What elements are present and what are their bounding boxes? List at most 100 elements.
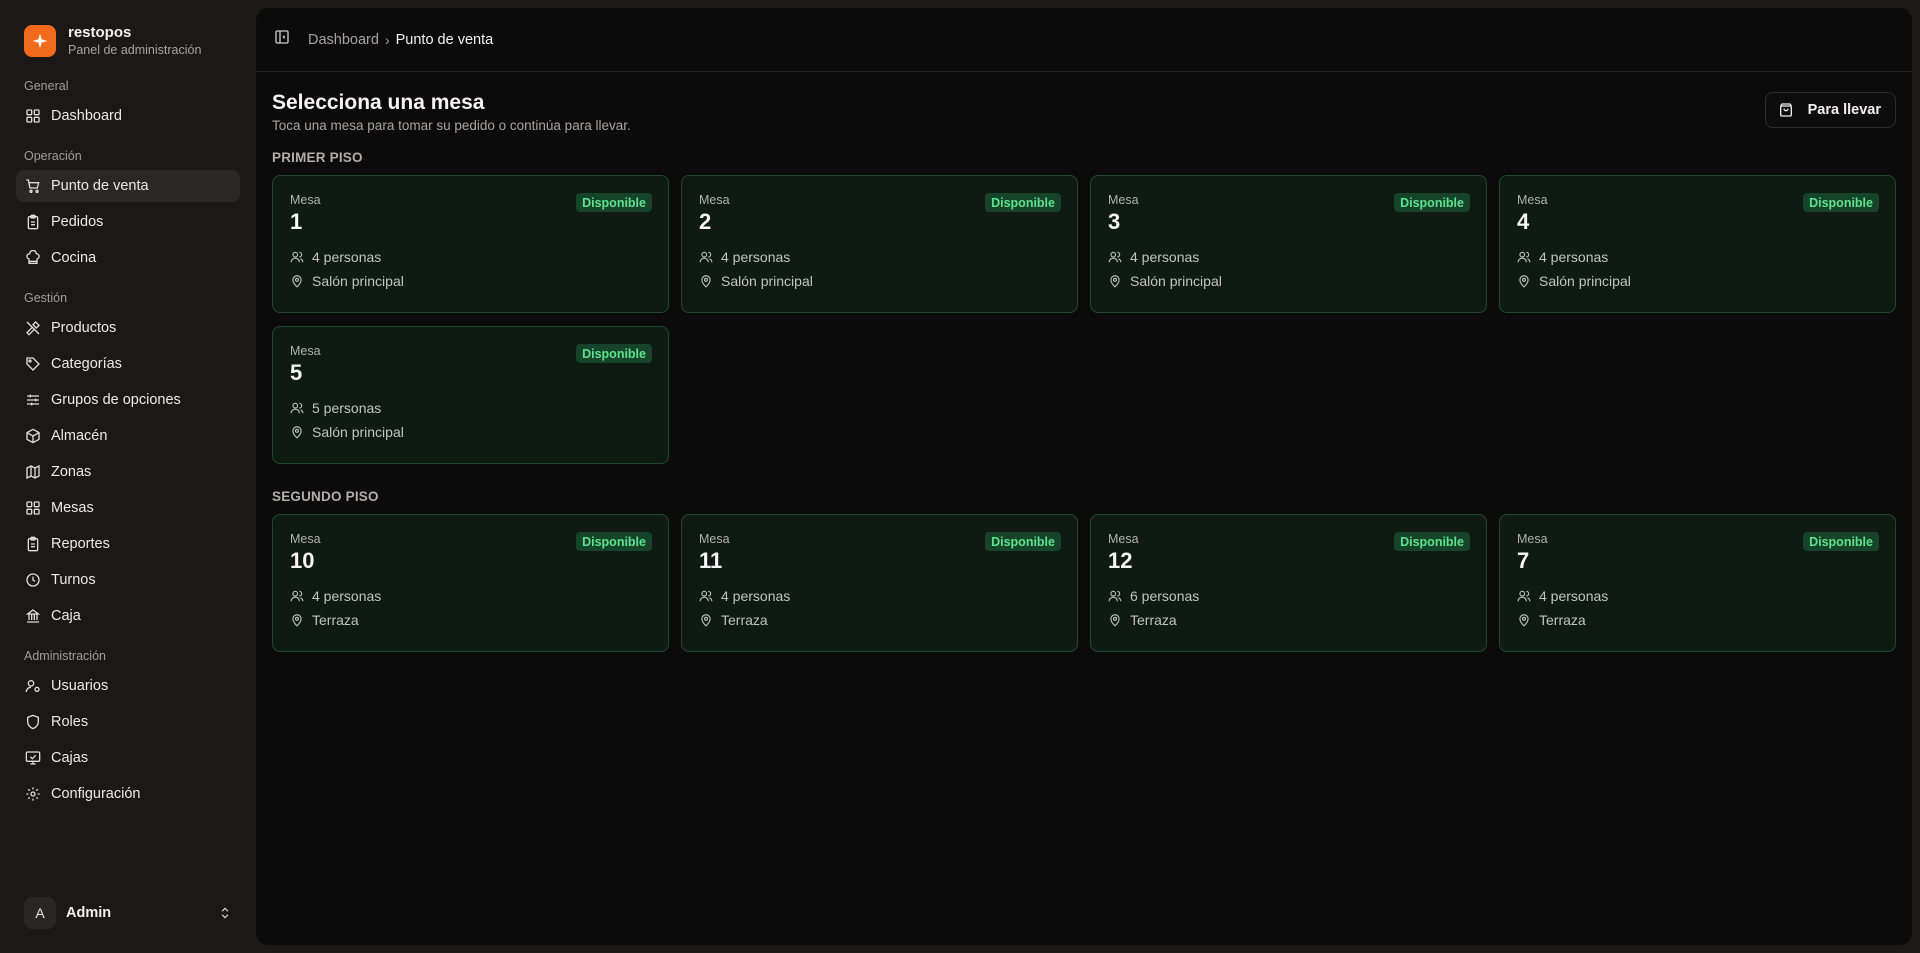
sidebar-item-label: Punto de venta <box>51 178 149 194</box>
users-icon <box>699 590 713 602</box>
sidebar-item-zonas[interactable]: Zonas <box>16 456 240 488</box>
main-panel: Dashboard › Punto de venta Selecciona un… <box>256 8 1912 945</box>
sidebar-item-dashboard[interactable]: Dashboard <box>16 100 240 132</box>
table-card[interactable]: Mesa 2 Disponible 4 personas Salón princ… <box>681 175 1078 313</box>
sidebar-item-label: Categorías <box>51 356 122 372</box>
grid-icon <box>26 109 40 123</box>
breadcrumb-dashboard-link[interactable]: Dashboard <box>308 32 379 48</box>
panel-left-icon <box>275 30 289 44</box>
table-number: 5 <box>290 360 303 385</box>
table-card[interactable]: Mesa 5 Disponible 5 personas Salón princ… <box>272 326 669 464</box>
sidebar-item-productos[interactable]: Productos <box>16 312 240 344</box>
zone-text: Terraza <box>1539 612 1586 628</box>
users-icon <box>290 251 304 263</box>
capacity-row: 4 personas <box>1517 588 1878 604</box>
cart-icon <box>26 179 40 193</box>
content: Selecciona una mesa Toca una mesa para t… <box>272 90 1896 652</box>
table-card[interactable]: Mesa 3 Disponible 4 personas Salón princ… <box>1090 175 1487 313</box>
clipboard-icon <box>27 214 39 230</box>
sidebar-item-categorias[interactable]: Categorías <box>16 348 240 380</box>
user-cog-icon <box>25 680 40 693</box>
table-number: 7 <box>1517 548 1530 573</box>
table-card[interactable]: Mesa 11 Disponible 4 personas Terraza <box>681 514 1078 652</box>
table-card[interactable]: Mesa 4 Disponible 4 personas Salón princ… <box>1499 175 1896 313</box>
table-number: 10 <box>290 548 315 573</box>
table-card[interactable]: Mesa 10 Disponible 4 personas Terraza <box>272 514 669 652</box>
sidebar-item-label: Turnos <box>51 572 96 588</box>
sidebar-item-caja[interactable]: Caja <box>16 600 240 632</box>
table-number: 2 <box>699 209 712 234</box>
user-name: Admin <box>66 905 112 921</box>
sidebar-item-label: Mesas <box>51 500 94 516</box>
table-grid-segundo-piso: Mesa 10 Disponible 4 personas Terraza Me… <box>272 514 1896 652</box>
section-title-primer-piso: PRIMER PISO <box>272 150 363 165</box>
utensils-icon <box>26 321 40 336</box>
sidebar-nav: General Dashboard Operación Punto de ven… <box>16 76 240 814</box>
zone-row: Terraza <box>699 612 1060 628</box>
sidebar-item-roles[interactable]: Roles <box>16 706 240 738</box>
sidebar-item-reportes[interactable]: Reportes <box>16 528 240 560</box>
status-badge: Disponible <box>576 532 652 551</box>
table-card[interactable]: Mesa 12 Disponible 6 personas Terraza <box>1090 514 1487 652</box>
sidebar-item-label: Reportes <box>51 536 110 552</box>
users-icon <box>699 251 713 263</box>
sidebar-item-turnos[interactable]: Turnos <box>16 564 240 596</box>
zone-row: Terraza <box>290 612 651 628</box>
table-card[interactable]: Mesa 1 Disponible 4 personas Salón princ… <box>272 175 669 313</box>
zone-text: Terraza <box>312 612 359 628</box>
sidebar-item-grupos-de-opciones[interactable]: Grupos de opciones <box>16 384 240 416</box>
status-badge: Disponible <box>1394 193 1470 212</box>
capacity-row: 5 personas <box>290 400 651 416</box>
table-number: 4 <box>1517 209 1530 234</box>
sidebar-item-label: Productos <box>51 320 117 336</box>
users-icon <box>290 402 304 414</box>
sidebar-item-label: Grupos de opciones <box>51 392 181 408</box>
zone-text: Terraza <box>721 612 768 628</box>
zone-row: Terraza <box>1108 612 1469 628</box>
takeaway-button[interactable]: Para llevar <box>1764 92 1896 128</box>
sidebar-toggle-button[interactable] <box>274 29 290 50</box>
capacity-row: 4 personas <box>290 249 651 265</box>
takeaway-label: Para llevar <box>1807 102 1881 118</box>
brand-subtitle: Panel de administración <box>68 43 202 57</box>
capacity-text: 4 personas <box>1539 249 1609 265</box>
sidebar-item-label: Pedidos <box>51 214 104 230</box>
users-icon <box>1517 590 1531 602</box>
capacity-text: 4 personas <box>1539 588 1609 604</box>
map-pin-icon <box>701 614 711 627</box>
grid-icon <box>26 501 40 515</box>
chevrons-up-down-icon <box>221 907 229 919</box>
breadcrumb: Dashboard › Punto de venta <box>300 32 493 48</box>
sidebar-item-configuracion[interactable]: Configuración <box>16 778 240 810</box>
brand[interactable]: restopos Panel de administración <box>24 24 201 58</box>
sidebar-item-mesas[interactable]: Mesas <box>16 492 240 524</box>
zone-text: Salón principal <box>312 273 404 289</box>
sidebar-item-almacen[interactable]: Almacén <box>16 420 240 452</box>
capacity-row: 4 personas <box>1108 249 1469 265</box>
status-badge: Disponible <box>576 193 652 212</box>
breadcrumb-current: Punto de venta <box>395 31 494 48</box>
map-pin-icon <box>701 275 711 288</box>
table-card[interactable]: Mesa 7 Disponible 4 personas Terraza <box>1499 514 1896 652</box>
zone-text: Salón principal <box>1539 273 1631 289</box>
sidebar-item-punto-de-venta[interactable]: Punto de venta <box>16 170 240 202</box>
table-number: 11 <box>699 548 723 573</box>
nav-group-gestion: Gestión <box>24 291 68 305</box>
sidebar-item-label: Configuración <box>51 786 141 802</box>
section-title-segundo-piso: SEGUNDO PISO <box>272 489 379 504</box>
sidebar-item-cocina[interactable]: Cocina <box>16 242 240 274</box>
sidebar-item-pedidos[interactable]: Pedidos <box>16 206 240 238</box>
capacity-text: 4 personas <box>312 588 382 604</box>
sidebar-item-usuarios[interactable]: Usuarios <box>16 670 240 702</box>
user-menu[interactable]: A Admin <box>24 897 232 929</box>
status-badge: Disponible <box>985 193 1061 212</box>
sidebar-item-cajas[interactable]: Cajas <box>16 742 240 774</box>
sidebar-item-label: Usuarios <box>51 678 109 694</box>
sidebar-item-label: Cajas <box>51 750 89 766</box>
capacity-text: 4 personas <box>721 249 791 265</box>
zone-row: Salón principal <box>1108 273 1469 289</box>
shield-icon <box>27 714 39 730</box>
zone-row: Terraza <box>1517 612 1878 628</box>
zone-text: Salón principal <box>721 273 813 289</box>
clock-icon <box>26 573 40 587</box>
